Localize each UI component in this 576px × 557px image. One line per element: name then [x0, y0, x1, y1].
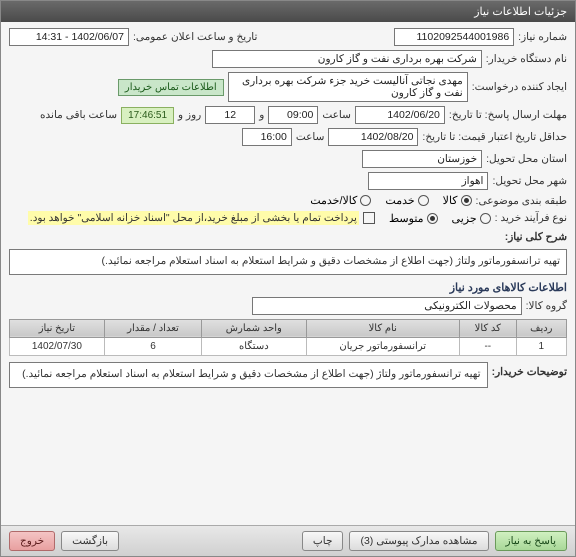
cell-row: 1 [516, 337, 566, 355]
validity-date: 1402/08/20 [328, 128, 418, 146]
radio-medium-label: متوسط [389, 212, 424, 225]
days-remaining: 12 [205, 106, 255, 124]
days-label: روز و [178, 109, 201, 121]
exit-button[interactable]: خروج [9, 531, 55, 551]
radio-small-label: جزیی [452, 212, 477, 225]
radio-small[interactable]: جزیی [452, 212, 491, 225]
payment-checkbox[interactable] [363, 212, 375, 224]
window: جزئیات اطلاعات نیاز شماره نیاز: 11020925… [0, 0, 576, 557]
province-value: خوزستان [362, 150, 482, 168]
validity-time-label: ساعت [296, 131, 325, 143]
buyer-org-label: نام دستگاه خریدار: [486, 53, 567, 65]
window-title: جزئیات اطلاعات نیاز [1, 1, 575, 22]
deadline-time-label: ساعت [322, 109, 351, 121]
payment-note: پرداخت تمام یا بخشی از مبلغ خرید،از محل … [28, 211, 359, 225]
announce-value: 1402/06/07 - 14:31 [9, 28, 129, 46]
announce-label: تاریخ و ساعت اعلان عمومی: [133, 31, 257, 43]
back-button[interactable]: بازگشت [61, 531, 119, 551]
time-remaining-badge: 17:46:51 [121, 107, 174, 124]
cell-name: ترانسفورماتور جریان [306, 337, 459, 355]
buyer-notes-label: توضیحات خریدار: [492, 362, 567, 378]
cell-qty: 6 [104, 337, 201, 355]
buyer-notes-box: تهیه ترانسفورماتور ولتاژ (جهت اطلاع از م… [9, 362, 488, 388]
attachments-button[interactable]: مشاهده مدارک پیوستی (3) [349, 531, 488, 551]
items-table: ردیف کد کالا نام کالا واحد شمارش تعداد /… [9, 319, 567, 356]
print-button[interactable]: چاپ [302, 531, 344, 551]
footer-toolbar: پاسخ به نیاز مشاهده مدارک پیوستی (3) چاپ… [1, 525, 575, 556]
cell-date: 1402/07/30 [10, 337, 105, 355]
days-and: و [259, 109, 264, 121]
deadline-date: 1402/06/20 [355, 106, 445, 124]
items-section-title: اطلاعات کالاهای مورد نیاز [9, 281, 567, 294]
need-no-value: 1102092544001986 [394, 28, 514, 46]
process-label: نوع فرآیند خرید : [495, 212, 567, 224]
radio-both[interactable]: کالا/خدمت [310, 194, 371, 207]
group-value: محصولات الکترونیکی [252, 297, 522, 315]
radio-goods-label: کالا [443, 194, 458, 207]
radio-goods[interactable]: کالا [443, 194, 472, 207]
deadline-label: مهلت ارسال پاسخ: تا تاریخ: [449, 109, 567, 121]
radio-dot-icon [427, 213, 438, 224]
th-code: کد کالا [459, 319, 516, 337]
group-label: گروه کالا: [526, 300, 567, 312]
deadline-time: 09:00 [268, 106, 318, 124]
radio-service-label: خدمت [385, 194, 414, 207]
content-area: شماره نیاز: 1102092544001986 تاریخ و ساع… [1, 22, 575, 525]
city-value: اهواز [368, 172, 488, 190]
respond-button[interactable]: پاسخ به نیاز [495, 531, 567, 551]
th-unit: واحد شمارش [202, 319, 306, 337]
th-qty: تعداد / مقدار [104, 319, 201, 337]
th-name: نام کالا [306, 319, 459, 337]
radio-circle-icon [480, 213, 491, 224]
cell-code: -- [459, 337, 516, 355]
city-label: شهر محل تحویل: [492, 175, 567, 187]
validity-time: 16:00 [242, 128, 292, 146]
buyer-org-value: شرکت بهره برداری نفت و گاز کارون [212, 50, 482, 68]
th-row: ردیف [516, 319, 566, 337]
remaining-label: ساعت باقی مانده [40, 109, 117, 121]
th-date: تاریخ نیاز [10, 319, 105, 337]
category-label: طبقه بندی موضوعی: [476, 195, 567, 207]
table-row[interactable]: 1 -- ترانسفورماتور جریان دستگاه 6 1402/0… [10, 337, 567, 355]
radio-circle-icon [360, 195, 371, 206]
radio-dot-icon [461, 195, 472, 206]
radio-both-label: کالا/خدمت [310, 194, 357, 207]
description-box: تهیه ترانسفورماتور ولتاژ (جهت اطلاع از م… [9, 249, 567, 275]
validity-label: حداقل تاریخ اعتبار قیمت: تا تاریخ: [422, 131, 567, 143]
cell-unit: دستگاه [202, 337, 306, 355]
radio-circle-icon [418, 195, 429, 206]
table-header-row: ردیف کد کالا نام کالا واحد شمارش تعداد /… [10, 319, 567, 337]
contact-buyer-button[interactable]: اطلاعات تماس خریدار [118, 79, 224, 96]
need-no-label: شماره نیاز: [518, 31, 567, 43]
province-label: استان محل تحویل: [486, 153, 567, 165]
desc-label: شرح کلی نیاز: [505, 231, 567, 243]
creator-label: ایجاد کننده درخواست: [472, 81, 567, 93]
creator-value: مهدی نجاتی آنالیست خرید جزء شرکت بهره بر… [228, 72, 468, 102]
radio-service[interactable]: خدمت [385, 194, 428, 207]
radio-medium[interactable]: متوسط [389, 212, 438, 225]
